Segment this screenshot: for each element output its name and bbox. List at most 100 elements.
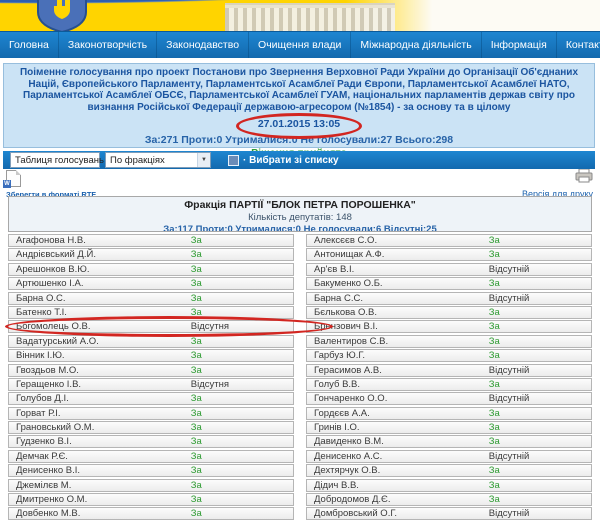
table-row: Гончаренко О.О.Відсутній — [306, 392, 592, 405]
vote-value: Відсутній — [489, 508, 530, 519]
vote-value: Відсутній — [489, 451, 530, 462]
vote-value: За — [489, 235, 500, 246]
table-row: Герасимов А.В.Відсутній — [306, 364, 592, 377]
fraction-select-value: По фракціях — [106, 155, 169, 166]
deputy-name: Гарбуз Ю.Г. — [314, 350, 365, 361]
vote-datetime: 27.01.2015 13:05 — [254, 118, 344, 130]
deputy-name: Вадатурський А.О. — [16, 336, 99, 347]
nav-item[interactable]: Контакти — [557, 32, 600, 58]
table-row: Батенко Т.І.За — [8, 306, 294, 319]
table-type-select[interactable]: Таблиця голосувань ▼ — [10, 152, 100, 168]
table-row: Бєлькова О.В.За — [306, 306, 592, 319]
vote-table-right-column: Алексєєв С.О.ЗаАнтонищак А.Ф.ЗаАр'єв В.І… — [306, 234, 592, 522]
deputy-name: Валентиров С.В. — [314, 336, 388, 347]
table-row: Ар'єв В.І.Відсутній — [306, 263, 592, 276]
save-rtf-link[interactable]: W Зберегти в форматі RTF — [6, 170, 96, 199]
nav-item[interactable]: Законодавство — [157, 32, 249, 58]
vote-value: Відсутній — [489, 393, 530, 404]
deputy-name: Джемілєв М. — [16, 480, 71, 491]
vote-value: Відсутня — [191, 379, 229, 390]
vote-value: За — [489, 465, 500, 476]
table-row: Барна С.С.Відсутній — [306, 292, 592, 305]
vote-value: За — [191, 307, 202, 318]
vote-value: За — [489, 379, 500, 390]
vote-datetime-text: 27.01.2015 13:05 — [258, 118, 340, 130]
vote-value: За — [191, 408, 202, 419]
deputy-name: Барна О.С. — [16, 293, 66, 304]
table-row: Андрієвський Д.Й.За — [8, 248, 294, 261]
table-row: Валентиров С.В. За — [306, 335, 592, 348]
deputy-name: Гринів І.О. — [314, 422, 360, 433]
vote-value: За — [489, 408, 500, 419]
rtf-document-icon: W — [6, 170, 21, 187]
deputy-name: Артюшенко І.А. — [16, 278, 83, 289]
vote-value: За — [489, 480, 500, 491]
vote-value: Відсутній — [489, 365, 530, 376]
vote-value: Відсутній — [489, 264, 530, 275]
table-row: Гудзенко В.І. За — [8, 435, 294, 448]
vote-value: За — [489, 336, 500, 347]
table-row: Дмитренко О.М.За — [8, 493, 294, 506]
deputy-name: Дехтярчук О.В. — [314, 465, 380, 476]
table-row: Домбровський О.Г.Відсутній — [306, 507, 592, 520]
deputy-name: Денисенко В.І. — [16, 465, 80, 476]
nav-item[interactable]: Законотворчість — [59, 32, 157, 58]
deputy-name: Довбенко М.В. — [16, 508, 80, 519]
deputy-name: Брензович В.І. — [314, 321, 378, 332]
vote-summary-panel: Поіменне голосування про проект Постанов… — [3, 63, 595, 148]
deputy-name: Гудзенко В.І. — [16, 436, 72, 447]
table-row: Денисенко В.І. За — [8, 464, 294, 477]
deputy-name: Грановський О.М. — [16, 422, 94, 433]
deputy-name: Гордєєв А.А. — [314, 408, 370, 419]
table-row: Брензович В.І. За — [306, 320, 592, 333]
vote-value: За — [191, 235, 202, 246]
nav-item[interactable]: Міжнародна діяльність — [351, 32, 481, 58]
vote-value: За — [489, 422, 500, 433]
deputy-name: Агафонова Н.В. — [16, 235, 86, 246]
table-row: Демчак Р.Є.За — [8, 450, 294, 463]
fraction-header-panel: Фракція ПАРТІЇ "БЛОК ПЕТРА ПОРОШЕНКА" Кі… — [8, 196, 592, 232]
deputy-name: Денисенко А.С. — [314, 451, 382, 462]
main-navigation: ГоловнаЗаконотворчістьЗаконодавствоОчище… — [0, 31, 600, 58]
parliament-building-image — [225, 3, 395, 31]
deputy-name: Давиденко В.М. — [314, 436, 384, 447]
print-version-link[interactable]: Версія для друку — [522, 169, 593, 199]
site-banner — [0, 0, 600, 31]
word-doc-badge-icon: W — [3, 180, 11, 188]
vote-description: Поіменне голосування про проект Постанов… — [12, 67, 586, 113]
deputies-vote-table: Агафонова Н.В.ЗаАндрієвський Д.Й.ЗаАрешо… — [0, 234, 600, 502]
table-row: Давиденко В.М. За — [306, 435, 592, 448]
deputy-name: Демчак Р.Є. — [16, 451, 68, 462]
printer-icon — [575, 169, 593, 183]
deputy-name: Барна С.С. — [314, 293, 363, 304]
table-row: Барна О.С.За — [8, 292, 294, 305]
nav-item[interactable]: Інформація — [482, 32, 557, 58]
fraction-title: Фракція ПАРТІЇ "БЛОК ПЕТРА ПОРОШЕНКА" — [9, 199, 591, 211]
table-row: Бакуменко О.Б.За — [306, 277, 592, 290]
select-from-list-label: · Вибрати зі списку — [243, 155, 339, 166]
vote-value: За — [489, 321, 500, 332]
table-row: Артюшенко І.А. За — [8, 277, 294, 290]
table-row: Горват Р.І. За — [8, 407, 294, 420]
nav-item[interactable]: Очищення влади — [249, 32, 351, 58]
table-row: Добродомов Д.Є.За — [306, 493, 592, 506]
vote-value: За — [191, 465, 202, 476]
vote-value: За — [191, 278, 202, 289]
utility-row: W Зберегти в форматі RTF Версія для друк… — [3, 169, 595, 196]
vote-value: За — [489, 436, 500, 447]
vote-value: За — [191, 393, 202, 404]
fraction-select[interactable]: По фракціях ▼ — [105, 152, 211, 168]
vote-value: За — [489, 278, 500, 289]
vote-value: За — [191, 508, 202, 519]
filter-toolbar: Таблиця голосувань ▼ По фракціях ▼ · Виб… — [3, 151, 595, 169]
vote-value: За — [489, 249, 500, 260]
vote-value: За — [191, 436, 202, 447]
rada-vote-page: ГоловнаЗаконотворчістьЗаконодавствоОчище… — [0, 0, 600, 502]
table-row: Довбенко М.В. За — [8, 507, 294, 520]
vote-value: За — [191, 422, 202, 433]
select-from-list-checkbox[interactable] — [228, 155, 239, 166]
table-row: Грановський О.М. За — [8, 421, 294, 434]
deputy-name: Горват Р.І. — [16, 408, 61, 419]
nav-item[interactable]: Головна — [0, 32, 59, 58]
table-row: Геращенко І.В.Відсутня — [8, 378, 294, 391]
